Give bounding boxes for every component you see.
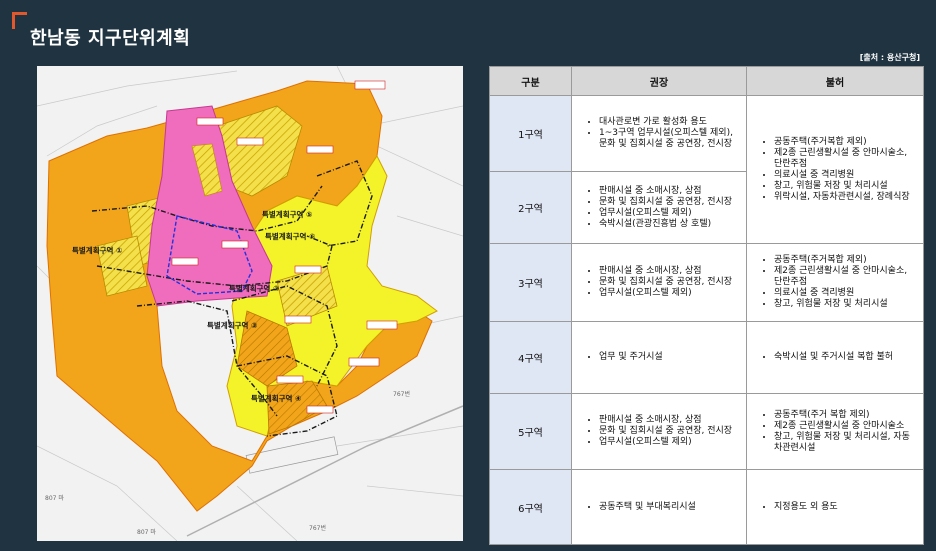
list-item: 문화 및 집회시설 중 공연장, 전시장 xyxy=(599,277,741,288)
list-item: 의료시설 중 격리병원 xyxy=(774,288,918,299)
road-label: 767번 xyxy=(393,390,410,398)
list-item: 제2종 근린생활시설 중 안마시술소, 단란주점 xyxy=(774,148,918,170)
district-label-4: 특별계획구역 ④ xyxy=(251,393,301,403)
list-item: 업무시설(오피스텔 제외) xyxy=(599,437,741,448)
district-label-3: 특별계획구역 ③ xyxy=(207,320,257,330)
zone-cell: 2구역 xyxy=(489,171,572,244)
zone-cell: 5구역 xyxy=(489,393,572,470)
list-item: 문화 및 집회시설 중 공연장, 전시장 xyxy=(599,426,741,437)
road-label: 767번 xyxy=(309,524,326,532)
road-label: 807 마 xyxy=(45,494,64,502)
list-item: 창고, 위험물 저장 및 처리시설 xyxy=(774,299,918,310)
recommended-cell: 공동주택 및 부대복리시설 xyxy=(571,469,747,545)
header-prohibited: 불허 xyxy=(746,66,924,96)
list-item: 1~3구역 업무시설(오피스텔 제외), 문화 및 집회시설 중 공연장, 전시… xyxy=(599,128,741,150)
road-label: 807 마 xyxy=(137,528,156,536)
list-item: 공동주택 및 부대복리시설 xyxy=(599,502,741,513)
prohibited-cell: 숙박시설 및 주거시설 복합 불허 xyxy=(746,321,924,394)
recommended-cell: 판매시설 중 소매시장, 상점 문화 및 집회시설 중 공연장, 전시장 업무시… xyxy=(571,393,747,470)
list-item: 업무시설(오피스텔 제외) xyxy=(599,288,741,299)
list-item: 업무 및 주거시설 xyxy=(599,352,741,363)
list-item: 창고, 위험물 저장 및 처리시설, 자동차관련시설 xyxy=(774,432,918,454)
recommended-cell: 업무 및 주거시설 xyxy=(571,321,747,394)
prohibited-cell: 공동주택(주거복합 제외) 제2종 근린생활시설 중 안마시술소, 단란주점 의… xyxy=(746,243,924,322)
zone-cell: 4구역 xyxy=(489,321,572,394)
recommended-cell: 대사관로변 가로 활성화 용도 1~3구역 업무시설(오피스텔 제외), 문화 … xyxy=(571,95,747,172)
recommended-cell: 판매시설 중 소매시장, 상점 문화 및 집회시설 중 공연장, 전시장 업무시… xyxy=(571,171,747,244)
list-item: 판매시설 중 소매시장, 상점 xyxy=(599,415,741,426)
district-map-svg: 특별계획구역 ① 특별계획구역 ② 특별계획구역 ③ 특별계획구역 ④ 특별계획… xyxy=(37,66,463,541)
land-use-table: 구분 권장 불허 1구역 대사관로변 가로 활성화 용도 1~3구역 업무시설(… xyxy=(489,66,924,545)
table-row: 3구역 판매시설 중 소매시장, 상점 문화 및 집회시설 중 공연장, 전시장… xyxy=(489,243,924,322)
source-note: [출처 : 용산구청] xyxy=(859,53,920,62)
list-item: 공동주택(주거복합 제외) xyxy=(774,255,918,266)
list-item: 판매시설 중 소매시장, 상점 xyxy=(599,266,741,277)
district-map: 특별계획구역 ① 특별계획구역 ② 특별계획구역 ③ 특별계획구역 ④ 특별계획… xyxy=(37,66,463,541)
zone-cell: 6구역 xyxy=(489,469,572,545)
table-row: 5구역 판매시설 중 소매시장, 상점 문화 및 집회시설 중 공연장, 전시장… xyxy=(489,393,924,470)
list-item: 위락시설, 자동차관련시설, 장례식장 xyxy=(774,192,918,203)
list-item: 문화 및 집회시설 중 공연장, 전시장 xyxy=(599,197,741,208)
district-label-2: 특별계획구역 ② xyxy=(229,283,279,293)
recommended-cell: 판매시설 중 소매시장, 상점 문화 및 집회시설 중 공연장, 전시장 업무시… xyxy=(571,243,747,322)
list-item: 공동주택(주거복합 제외) xyxy=(774,137,918,148)
list-item: 제2종 근린생활시설 중 안마시술소 xyxy=(774,421,918,432)
table-header-row: 구분 권장 불허 xyxy=(489,66,924,96)
district-label-6: 특별계획구역 ⑥ xyxy=(265,231,315,241)
title-accent-bracket xyxy=(12,12,27,29)
prohibited-cell: 지정용도 외 용도 xyxy=(746,469,924,545)
list-item: 창고, 위험물 저장 및 처리시설 xyxy=(774,181,918,192)
list-item: 대사관로변 가로 활성화 용도 xyxy=(599,117,741,128)
table-row: 4구역 업무 및 주거시설 숙박시설 및 주거시설 복합 불허 xyxy=(489,321,924,394)
list-item: 판매시설 중 소매시장, 상점 xyxy=(599,186,741,197)
prohibited-cell: 공동주택(주거 복합 제외) 제2종 근린생활시설 중 안마시술소 창고, 위험… xyxy=(746,393,924,470)
district-label-1: 특별계획구역 ① xyxy=(72,245,123,255)
list-item: 지정용도 외 용도 xyxy=(774,502,918,513)
list-item: 의료시설 중 격리병원 xyxy=(774,170,918,181)
page-title: 한남동 지구단위계획 xyxy=(30,28,191,49)
zone-cell: 3구역 xyxy=(489,243,572,322)
zone-cell: 1구역 xyxy=(489,95,572,172)
list-item: 숙박시설 및 주거시설 복합 불허 xyxy=(774,352,918,363)
header-recommended: 권장 xyxy=(571,66,747,96)
table-row: 6구역 공동주택 및 부대복리시설 지정용도 외 용도 xyxy=(489,469,924,545)
prohibited-cell: 공동주택(주거복합 제외) 제2종 근린생활시설 중 안마시술소, 단란주점 의… xyxy=(746,95,924,244)
list-item: 공동주택(주거 복합 제외) xyxy=(774,410,918,421)
list-item: 제2종 근린생활시설 중 안마시술소, 단란주점 xyxy=(774,266,918,288)
list-item: 숙박시설(관광진흥법 상 호텔) xyxy=(599,219,741,230)
list-item: 업무시설(오피스텔 제외) xyxy=(599,208,741,219)
header-zone: 구분 xyxy=(489,66,572,96)
district-label-5: 특별계획구역 ⑤ xyxy=(262,209,312,219)
table-row: 1구역 대사관로변 가로 활성화 용도 1~3구역 업무시설(오피스텔 제외),… xyxy=(489,95,924,244)
